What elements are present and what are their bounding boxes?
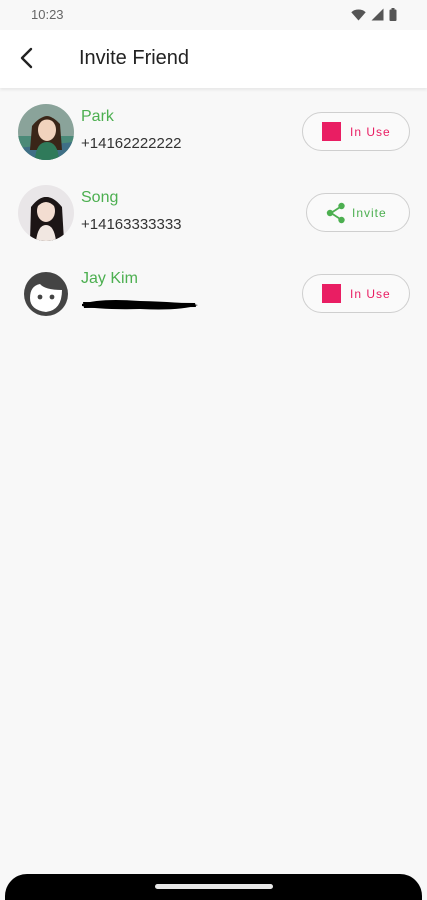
contact-phone: +14162222222 (81, 135, 182, 152)
status-time: 10:23 (31, 7, 64, 22)
stop-square-icon (322, 122, 341, 141)
button-label: In Use (350, 124, 391, 139)
contact-phone: +14163333333 (81, 216, 182, 233)
contact-list: Park +14162222222 In Use Song +141633333… (0, 88, 427, 331)
wifi-icon (351, 9, 366, 20)
redacted-phone (82, 300, 198, 310)
button-label: In Use (350, 286, 391, 301)
contact-row: Song +14163333333 Invite (0, 169, 427, 250)
status-icons (351, 8, 397, 21)
arrow-left-icon (20, 47, 33, 69)
in-use-button[interactable]: In Use (302, 274, 410, 313)
stop-square-icon (322, 284, 341, 303)
status-bar: 10:23 (0, 0, 427, 30)
face-icon (24, 272, 68, 316)
contact-row: Park +14162222222 In Use (0, 88, 427, 169)
home-indicator[interactable] (155, 884, 273, 889)
signal-icon (371, 8, 384, 21)
avatar[interactable] (18, 104, 74, 160)
contact-name: Jay Kim (81, 270, 138, 287)
contact-name: Song (81, 189, 119, 206)
contact-name: Park (81, 108, 114, 125)
button-label: Invite (352, 205, 387, 220)
back-button[interactable] (10, 42, 42, 74)
share-icon (326, 202, 345, 223)
app-bar: Invite Friend (0, 30, 427, 88)
page-title: Invite Friend (79, 47, 190, 69)
avatar[interactable] (18, 266, 74, 322)
in-use-button[interactable]: In Use (302, 112, 410, 151)
battery-icon (389, 8, 397, 21)
invite-button[interactable]: Invite (306, 193, 410, 232)
contact-row: Jay Kim In Use (0, 250, 427, 331)
avatar[interactable] (18, 185, 74, 241)
